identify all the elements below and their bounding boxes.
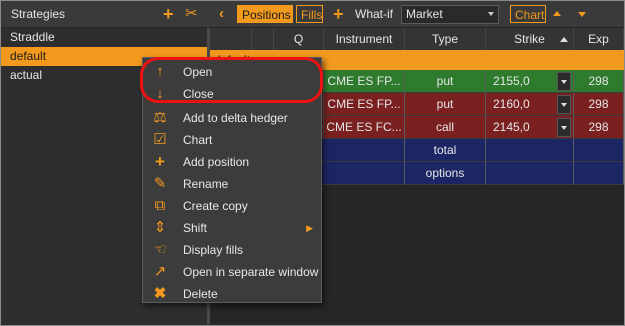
menu-item-label: Add position (183, 155, 250, 169)
strike-dropdown[interactable] (557, 72, 571, 91)
submenu-arrow-icon: ▶ (306, 223, 313, 233)
top-bar: Strategies + ✂ ‹ Positions Fills + What-… (1, 1, 624, 28)
add-strategy-icon[interactable]: + (163, 1, 174, 27)
exp-cell: 298 (574, 116, 624, 139)
type-cell: call (405, 116, 486, 139)
menu-item-add-to-delta-hedger[interactable]: ⚖ Add to delta hedger (143, 107, 321, 129)
column-header-strike[interactable]: Strike (486, 28, 574, 50)
strike-value: 2160,0 (490, 95, 556, 114)
instrument-cell: CME ES FP... (324, 70, 405, 93)
whatif-label: What-if (355, 7, 394, 21)
menu-item-label: Display fills (183, 243, 244, 257)
delta-hedger-icon: ⚖ (153, 109, 167, 126)
column-header-exp[interactable]: Exp (574, 28, 624, 50)
menu-item-label: Rename (183, 177, 229, 191)
menu-item-label: Delete (183, 287, 218, 301)
copy-icon: ⧉ (154, 197, 166, 214)
menu-item-label: Chart (183, 133, 213, 147)
pencil-icon: ✎ (153, 175, 167, 192)
strike-cell[interactable]: 2160,0 (486, 93, 574, 116)
menu-item-label: Shift (183, 221, 208, 235)
instrument-cell: CME ES FP... (324, 93, 405, 116)
instrument-cell: CME ES FC... (324, 116, 405, 139)
exp-cell: 298 (574, 70, 624, 93)
market-select[interactable]: Market (401, 5, 499, 24)
sort-ascending-icon (560, 37, 568, 42)
menu-item-open-in-separate-window[interactable]: ↗ Open in separate window (143, 261, 321, 283)
column-header-instrument[interactable]: Instrument (324, 28, 405, 50)
chevron-down-icon (488, 12, 494, 16)
column-header-blank-2 (252, 28, 274, 50)
menu-item-label: Open in separate window (183, 265, 319, 279)
delete-icon: ✖ (153, 285, 167, 302)
strike-value: 2155,0 (490, 72, 556, 91)
add-position-icon[interactable]: + (333, 1, 344, 27)
strike-value: 2145,0 (490, 118, 556, 137)
market-select-value: Market (406, 7, 443, 21)
menu-item-shift[interactable]: ⇕ Shift ▶ (143, 217, 321, 239)
column-header-q[interactable]: Q (274, 28, 324, 50)
exp-cell: 298 (574, 93, 624, 116)
summary-label: options (405, 162, 486, 185)
scissors-icon[interactable]: ✂ (185, 1, 198, 27)
chart-icon: ☑ (153, 131, 167, 148)
column-header-type[interactable]: Type (405, 28, 486, 50)
column-header-blank (210, 28, 252, 50)
summary-strike-cell (486, 139, 574, 162)
summary-strike-cell (486, 162, 574, 185)
strategy-item-straddle[interactable]: Straddle (1, 28, 207, 47)
menu-item-delete[interactable]: ✖ Delete (143, 283, 321, 305)
collapse-left-icon[interactable]: ‹ (219, 1, 224, 27)
summary-exp-cell (574, 139, 624, 162)
strategies-title: Strategies (11, 7, 66, 21)
summary-label: total (405, 139, 486, 162)
menu-item-add-position[interactable]: + Add position (143, 151, 321, 173)
menu-item-label: Add to delta hedger (183, 111, 288, 125)
strike-dropdown[interactable] (557, 118, 571, 137)
type-cell: put (405, 70, 486, 93)
strike-cell[interactable]: 2155,0 (486, 70, 574, 93)
menu-item-label: Create copy (183, 199, 248, 213)
strike-cell[interactable]: 2145,0 (486, 116, 574, 139)
move-down-icon[interactable] (578, 12, 586, 17)
menu-item-create-copy[interactable]: ⧉ Create copy (143, 195, 321, 217)
shift-icon: ⇕ (153, 219, 167, 236)
fills-icon: ☜ (153, 241, 167, 258)
plus-icon: + (155, 152, 165, 171)
external-window-icon: ↗ (153, 263, 167, 280)
positions-button[interactable]: Positions (237, 5, 293, 23)
chart-button[interactable]: Chart (510, 5, 546, 23)
strike-dropdown[interactable] (557, 95, 571, 114)
menu-item-display-fills[interactable]: ☜ Display fills (143, 239, 321, 261)
menu-item-rename[interactable]: ✎ Rename (143, 173, 321, 195)
move-up-icon[interactable] (553, 11, 561, 16)
highlight-ring (140, 57, 323, 103)
summary-exp-cell (574, 162, 624, 185)
type-cell: put (405, 93, 486, 116)
menu-item-chart[interactable]: ☑ Chart (143, 129, 321, 151)
strike-header-label: Strike (514, 32, 545, 46)
fills-button[interactable]: Fills (296, 5, 323, 23)
